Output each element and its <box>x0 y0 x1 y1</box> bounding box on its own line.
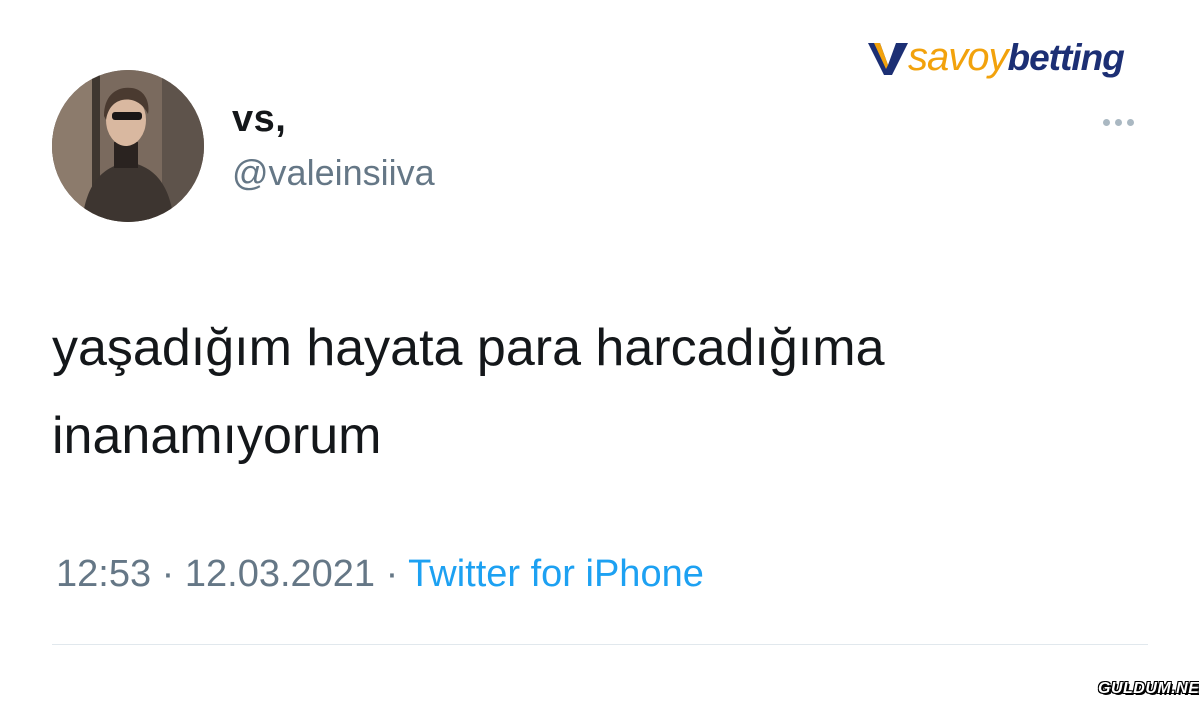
meta-separator: · <box>161 553 175 595</box>
meta-separator: · <box>385 553 399 595</box>
divider <box>52 644 1148 645</box>
user-handle[interactable]: @valeinsiiva <box>232 152 435 194</box>
more-horizontal-icon <box>1102 118 1110 126</box>
savoybetting-watermark: savoybetting <box>866 30 1125 84</box>
more-horizontal-icon <box>1114 118 1122 126</box>
more-horizontal-icon <box>1126 118 1134 126</box>
watermark-suffix: betting <box>1007 37 1125 78</box>
tweet-text-line: yaşadığım hayata para harcadığıma <box>52 319 885 377</box>
savoybetting-v-icon <box>868 43 908 75</box>
watermark-text: savoybetting <box>908 35 1125 79</box>
tweet-text: yaşadığım hayata para harcadığıma inanam… <box>52 304 1112 480</box>
site-watermark: GULDUM.NET <box>1098 680 1199 697</box>
avatar[interactable] <box>52 70 204 222</box>
tweet-text-line: inanamıyorum <box>52 407 382 465</box>
tweet-date[interactable]: 12.03.2021 <box>185 553 375 595</box>
avatar-photo <box>52 70 204 222</box>
tweet-time[interactable]: 12:53 <box>56 553 151 595</box>
tweet-source-link[interactable]: Twitter for iPhone <box>408 553 704 595</box>
more-options-button[interactable] <box>1090 108 1146 136</box>
watermark-brand: savoy <box>908 35 1008 79</box>
display-name[interactable]: vs, <box>232 98 286 141</box>
tweet-meta: 12:53 · 12.03.2021 · Twitter for iPhone <box>56 553 704 596</box>
